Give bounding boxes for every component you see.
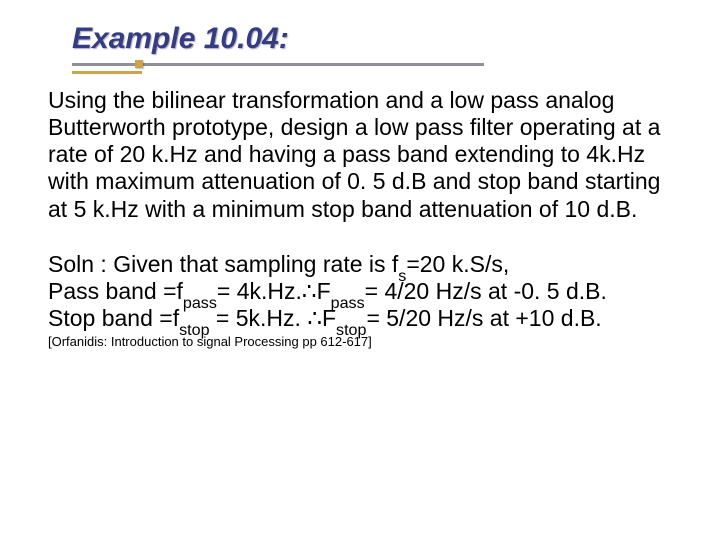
subscript: pass [331, 294, 365, 312]
solution-block: Soln : Given that sampling rate is fs=20… [48, 251, 684, 332]
slide-title: Example 10.04: [72, 22, 720, 55]
soln-line-1: Soln : Given that sampling rate is fs=20… [48, 251, 684, 278]
rule-short [72, 71, 142, 74]
text: F [317, 278, 331, 304]
subscript: stop [179, 321, 209, 339]
soln-line-2: Pass band =fpass= 4k.Hz.∴Fpass= 4/20 Hz/… [48, 278, 684, 305]
therefore-symbol: ∴ [307, 306, 322, 331]
citation: [Orfanidis: Introduction to signal Proce… [48, 334, 684, 349]
text: = 5/20 Hz/s at +10 d.B. [366, 305, 601, 331]
text: = 4k.Hz. [217, 278, 302, 304]
therefore-symbol: ∴ [302, 279, 317, 304]
text: Pass band =f [48, 278, 183, 304]
accent-square-icon [135, 60, 143, 68]
text: Stop band =f [48, 305, 179, 331]
problem-statement: Using the bilinear transformation and a … [48, 87, 684, 223]
title-area: Example 10.04: [0, 0, 720, 75]
text: = 5k.Hz. [210, 305, 308, 331]
subscript: pass [183, 294, 217, 312]
title-underline [72, 61, 720, 75]
slide-body: Using the bilinear transformation and a … [0, 75, 720, 349]
text: =20 k.S/s, [406, 251, 509, 277]
rule-long [72, 63, 484, 66]
subscript: s [398, 267, 406, 285]
subscript: stop [336, 321, 366, 339]
text: Soln : Given that sampling rate is f [48, 251, 398, 277]
soln-line-3: Stop band =fstop = 5k.Hz. ∴Fstop= 5/20 H… [48, 305, 684, 332]
